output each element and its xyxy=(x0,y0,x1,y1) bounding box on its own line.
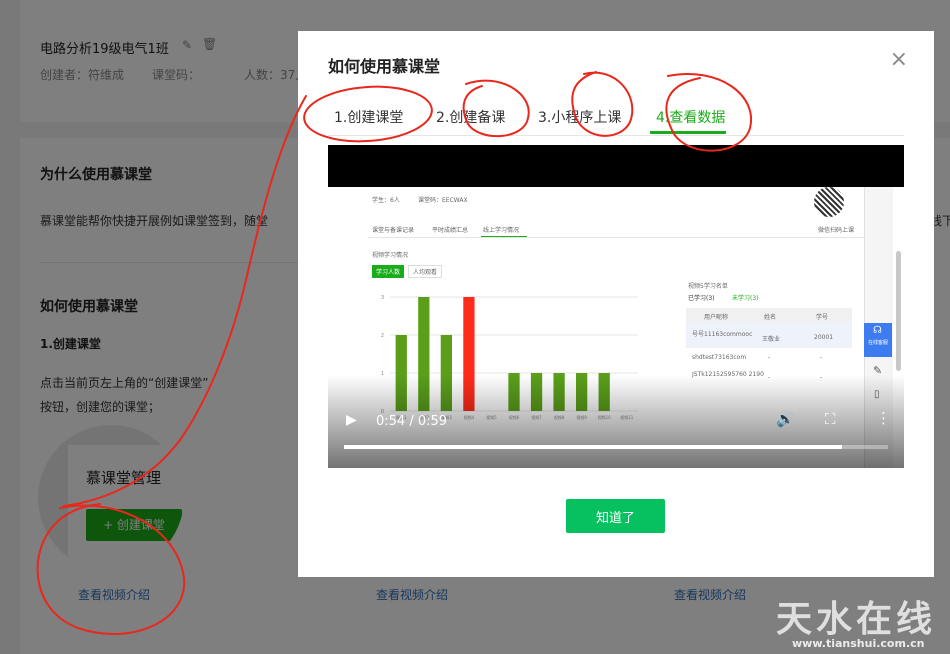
frame-section-title: 视频学习情况 xyxy=(372,252,409,259)
frame-support-label: 在线客服 xyxy=(868,340,889,346)
qr-code-icon xyxy=(814,187,844,217)
chart-ytick-label: 3 xyxy=(381,295,384,301)
play-icon[interactable]: ▶ xyxy=(346,412,357,428)
frame-list-tab-1: 已学习(3) xyxy=(688,295,715,302)
frame-subtab-divider xyxy=(368,237,864,238)
frame-students: 学生：6人 xyxy=(372,197,400,204)
got-it-button[interactable]: 知道了 xyxy=(566,499,665,533)
tab-mini-program[interactable]: 3.小程序上课 xyxy=(538,107,621,127)
frame-row-1-id: 20001 xyxy=(814,334,834,341)
tab-create-lesson[interactable]: 2.创建备课 xyxy=(436,107,505,127)
frame-subtab-3: 线上学习情况 xyxy=(483,227,520,234)
frame-scrollbar xyxy=(896,251,901,371)
frame-subtab-2: 平时成绩汇总 xyxy=(432,227,469,234)
fullscreen-icon[interactable]: ⛶ xyxy=(825,410,836,428)
tab-create-class[interactable]: 1.创建课堂 xyxy=(334,107,403,127)
frame-row-2-id: - xyxy=(820,354,823,361)
frame-row-2-name: - xyxy=(768,354,771,361)
frame-row-2-nick: shdtest73163com xyxy=(692,354,747,361)
modal-title: 如何使用慕课堂 xyxy=(328,57,441,76)
tab-view-data[interactable]: 4.查看数据 xyxy=(656,107,725,127)
close-icon[interactable]: × xyxy=(890,47,908,72)
modal-tabs: 1.创建课堂 2.创建备课 3.小程序上课 4.查看数据 xyxy=(328,103,904,136)
more-options-icon[interactable]: ⋮ xyxy=(876,409,891,427)
frame-th-3: 学号 xyxy=(816,314,829,321)
frame-th-1: 用户昵称 xyxy=(704,314,729,321)
watermark-text: 天水在线 xyxy=(776,599,937,640)
frame-class-code: 课堂码：EECWAX xyxy=(418,197,468,204)
frame-list-tab-2: 未学习(3) xyxy=(732,295,759,302)
chart-ytick-label: 2 xyxy=(381,333,384,339)
progress-track[interactable] xyxy=(344,445,888,449)
help-modal: 如何使用慕课堂 × 1.创建课堂 2.创建备课 3.小程序上课 4.查看数据 学… xyxy=(298,31,934,577)
video-player[interactable]: 学生：6人 课堂码：EECWAX 微信扫码上课 课堂与备课记录 平时成绩汇总 线… xyxy=(328,145,904,468)
frame-list-title: 视频5学习名单 xyxy=(688,283,728,290)
frame-toggle-inactive: 人均观看 xyxy=(408,265,443,278)
frame-row-1-nick: 号号11163commooc xyxy=(692,331,753,338)
video-time: 0:54 / 0:59 xyxy=(376,414,448,429)
frame-qr-caption: 微信扫码上课 xyxy=(818,227,855,234)
frame-subtab-1: 课堂与备课记录 xyxy=(372,227,415,234)
headset-icon: ☊ xyxy=(873,325,882,336)
volume-icon[interactable]: 🔊 xyxy=(776,410,795,428)
progress-fill xyxy=(344,445,842,449)
frame-toggle-active: 学习人数 xyxy=(372,265,405,278)
watermark-url: www.tianshui.com.cn xyxy=(792,637,925,650)
video-controls: ▶ 0:54 / 0:59 🔊 ⛶ ⋮ xyxy=(328,375,904,468)
frame-th-2: 姓名 xyxy=(764,314,777,321)
frame-row-1-name: 王敬业 xyxy=(762,336,781,343)
active-tab-underline xyxy=(650,131,726,134)
